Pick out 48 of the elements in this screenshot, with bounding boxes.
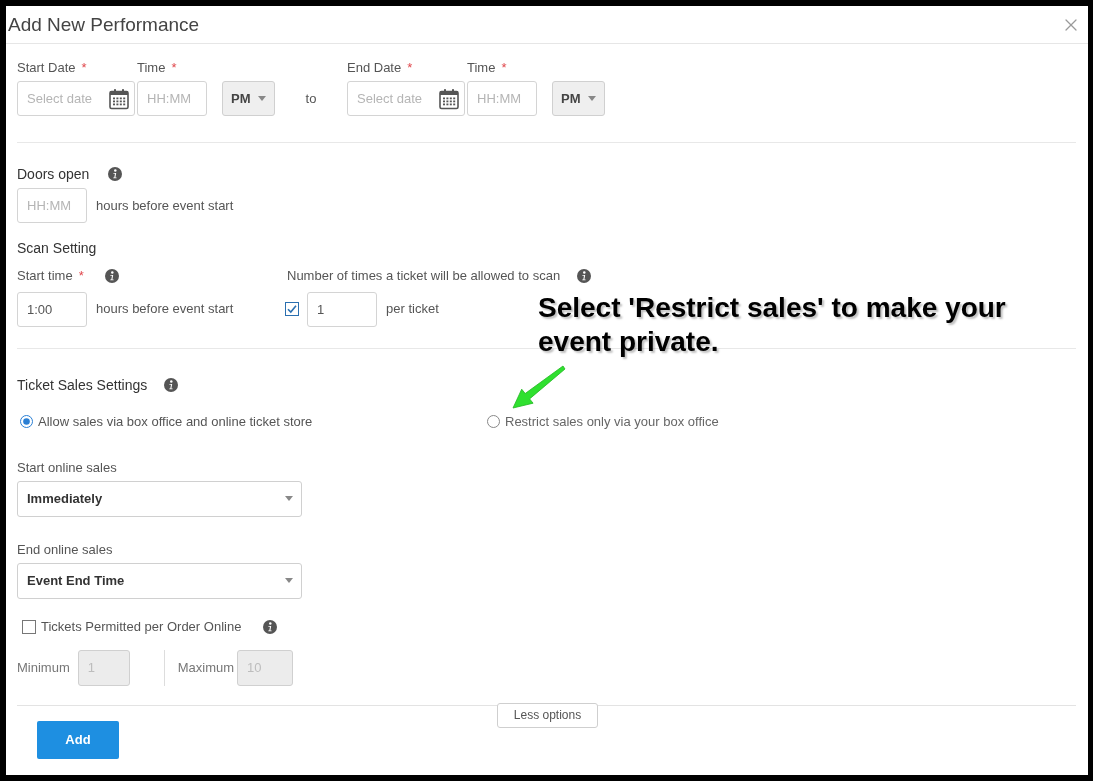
field-suffix: hours before event start [96,300,234,319]
period-select[interactable]: PM [222,81,275,116]
field-suffix: per ticket [386,300,439,319]
checkbox-label[interactable]: Tickets Permitted per Order Online [41,617,242,636]
info-icon [164,377,179,392]
info-icon [577,268,592,283]
radio-label[interactable]: Restrict sales only via your box office [505,412,719,431]
dropdown-select[interactable]: Immediately [17,480,302,517]
field-label: Start Date * [17,59,87,77]
radio-button[interactable] [487,415,500,428]
period-select[interactable]: PM [552,81,605,116]
time-field[interactable]: HH:MM [137,81,207,116]
time-field[interactable]: HH:MM [467,81,537,116]
checkbox[interactable] [285,302,299,316]
section-heading: Scan Setting [17,240,97,256]
dropdown-select[interactable]: Event End Time [17,562,302,599]
field-label: Start time * [17,266,84,285]
range-separator: to [305,89,317,108]
radio-button[interactable] [20,415,33,428]
field-suffix: hours before event start [96,196,234,215]
caret-icon [285,496,293,501]
caret-icon [258,96,266,101]
arrow-icon [510,364,566,411]
checkbox[interactable] [22,619,36,634]
field-label: Time * [467,59,507,77]
section-heading: Ticket Sales Settings [17,375,148,395]
date-field[interactable]: Select date [17,81,135,116]
field-label: End Date * [347,59,413,77]
info-icon [108,167,123,181]
caret-icon [285,578,293,583]
info-icon [104,268,119,283]
time-field[interactable]: HH:MM [17,188,87,223]
caret-icon [588,96,596,101]
section-heading: Doors open [17,165,90,184]
field-label: End online sales [17,540,113,559]
field-label: Time * [137,59,177,77]
field-label: Number of times a ticket will be allowed to scan [287,266,561,285]
field-label: Start online sales [17,458,117,477]
number-field[interactable]: 1 [307,291,377,327]
date-field[interactable]: Select date [347,81,465,116]
field-label: Minimum [17,658,70,677]
less-options-button[interactable]: Less options [497,702,598,728]
info-icon [263,619,278,634]
time-field[interactable]: 1:00 [17,291,87,327]
dialog-title: Add New Performance [8,12,200,37]
radio-label[interactable]: Allow sales via box office and online ticket store [38,412,313,431]
callout-text: Select 'Restrict sales' to make your event private. [538,291,1007,359]
field-label: Maximum [177,658,235,677]
